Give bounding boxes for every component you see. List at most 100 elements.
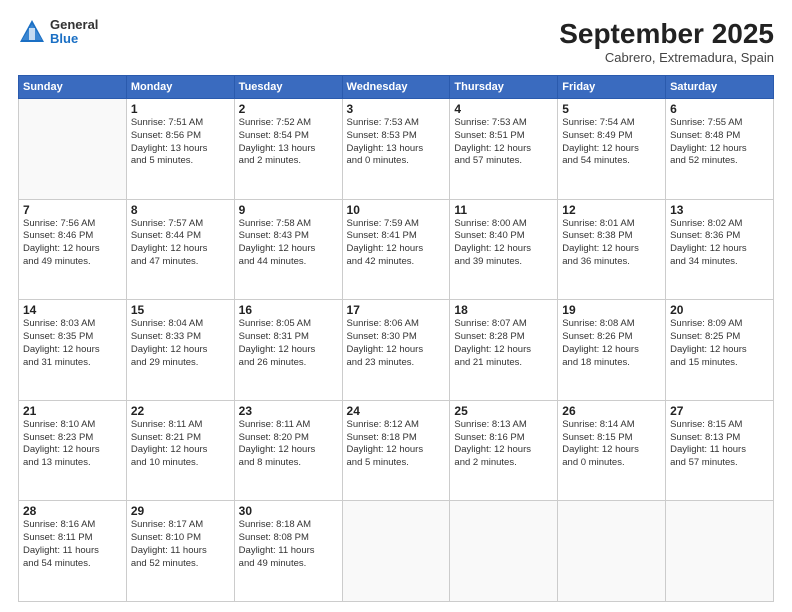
table-row: 26Sunrise: 8:14 AM Sunset: 8:15 PM Dayli…: [558, 400, 666, 501]
day-info: Sunrise: 7:57 AM Sunset: 8:44 PM Dayligh…: [131, 218, 230, 269]
logo-text: General Blue: [50, 18, 98, 47]
table-row: 19Sunrise: 8:08 AM Sunset: 8:26 PM Dayli…: [558, 300, 666, 401]
day-info: Sunrise: 7:54 AM Sunset: 8:49 PM Dayligh…: [562, 117, 661, 168]
day-info: Sunrise: 7:58 AM Sunset: 8:43 PM Dayligh…: [239, 218, 338, 269]
col-wednesday: Wednesday: [342, 76, 450, 99]
calendar-table: Sunday Monday Tuesday Wednesday Thursday…: [18, 75, 774, 602]
table-row: 27Sunrise: 8:15 AM Sunset: 8:13 PM Dayli…: [666, 400, 774, 501]
day-number: 9: [239, 203, 338, 217]
table-row: 5Sunrise: 7:54 AM Sunset: 8:49 PM Daylig…: [558, 99, 666, 200]
table-row: 7Sunrise: 7:56 AM Sunset: 8:46 PM Daylig…: [19, 199, 127, 300]
col-sunday: Sunday: [19, 76, 127, 99]
day-number: 27: [670, 404, 769, 418]
day-info: Sunrise: 8:15 AM Sunset: 8:13 PM Dayligh…: [670, 419, 769, 470]
day-number: 12: [562, 203, 661, 217]
table-row: 9Sunrise: 7:58 AM Sunset: 8:43 PM Daylig…: [234, 199, 342, 300]
header: General Blue September 2025 Cabrero, Ext…: [18, 18, 774, 65]
month-title: September 2025: [559, 18, 774, 50]
table-row: 6Sunrise: 7:55 AM Sunset: 8:48 PM Daylig…: [666, 99, 774, 200]
day-info: Sunrise: 7:59 AM Sunset: 8:41 PM Dayligh…: [347, 218, 446, 269]
day-number: 6: [670, 102, 769, 116]
day-info: Sunrise: 8:00 AM Sunset: 8:40 PM Dayligh…: [454, 218, 553, 269]
day-number: 22: [131, 404, 230, 418]
day-number: 7: [23, 203, 122, 217]
table-row: 18Sunrise: 8:07 AM Sunset: 8:28 PM Dayli…: [450, 300, 558, 401]
day-info: Sunrise: 8:16 AM Sunset: 8:11 PM Dayligh…: [23, 519, 122, 570]
table-row: 13Sunrise: 8:02 AM Sunset: 8:36 PM Dayli…: [666, 199, 774, 300]
day-number: 23: [239, 404, 338, 418]
day-number: 5: [562, 102, 661, 116]
day-info: Sunrise: 7:55 AM Sunset: 8:48 PM Dayligh…: [670, 117, 769, 168]
day-info: Sunrise: 8:11 AM Sunset: 8:21 PM Dayligh…: [131, 419, 230, 470]
table-row: 11Sunrise: 8:00 AM Sunset: 8:40 PM Dayli…: [450, 199, 558, 300]
table-row: 2Sunrise: 7:52 AM Sunset: 8:54 PM Daylig…: [234, 99, 342, 200]
page: General Blue September 2025 Cabrero, Ext…: [0, 0, 792, 612]
table-row: [666, 501, 774, 602]
table-row: 12Sunrise: 8:01 AM Sunset: 8:38 PM Dayli…: [558, 199, 666, 300]
week-row-4: 21Sunrise: 8:10 AM Sunset: 8:23 PM Dayli…: [19, 400, 774, 501]
col-tuesday: Tuesday: [234, 76, 342, 99]
table-row: 28Sunrise: 8:16 AM Sunset: 8:11 PM Dayli…: [19, 501, 127, 602]
table-row: 10Sunrise: 7:59 AM Sunset: 8:41 PM Dayli…: [342, 199, 450, 300]
week-row-2: 7Sunrise: 7:56 AM Sunset: 8:46 PM Daylig…: [19, 199, 774, 300]
table-row: 22Sunrise: 8:11 AM Sunset: 8:21 PM Dayli…: [126, 400, 234, 501]
table-row: 30Sunrise: 8:18 AM Sunset: 8:08 PM Dayli…: [234, 501, 342, 602]
table-row: 14Sunrise: 8:03 AM Sunset: 8:35 PM Dayli…: [19, 300, 127, 401]
col-monday: Monday: [126, 76, 234, 99]
day-number: 4: [454, 102, 553, 116]
col-thursday: Thursday: [450, 76, 558, 99]
table-row: 16Sunrise: 8:05 AM Sunset: 8:31 PM Dayli…: [234, 300, 342, 401]
day-info: Sunrise: 7:56 AM Sunset: 8:46 PM Dayligh…: [23, 218, 122, 269]
day-info: Sunrise: 8:18 AM Sunset: 8:08 PM Dayligh…: [239, 519, 338, 570]
day-number: 19: [562, 303, 661, 317]
table-row: 15Sunrise: 8:04 AM Sunset: 8:33 PM Dayli…: [126, 300, 234, 401]
day-info: Sunrise: 8:13 AM Sunset: 8:16 PM Dayligh…: [454, 419, 553, 470]
day-info: Sunrise: 8:10 AM Sunset: 8:23 PM Dayligh…: [23, 419, 122, 470]
col-friday: Friday: [558, 76, 666, 99]
calendar-header-row: Sunday Monday Tuesday Wednesday Thursday…: [19, 76, 774, 99]
day-info: Sunrise: 8:02 AM Sunset: 8:36 PM Dayligh…: [670, 218, 769, 269]
logo-blue: Blue: [50, 32, 98, 46]
day-number: 1: [131, 102, 230, 116]
day-number: 17: [347, 303, 446, 317]
day-number: 13: [670, 203, 769, 217]
day-info: Sunrise: 8:17 AM Sunset: 8:10 PM Dayligh…: [131, 519, 230, 570]
day-number: 20: [670, 303, 769, 317]
day-number: 2: [239, 102, 338, 116]
col-saturday: Saturday: [666, 76, 774, 99]
table-row: 3Sunrise: 7:53 AM Sunset: 8:53 PM Daylig…: [342, 99, 450, 200]
day-number: 30: [239, 504, 338, 518]
day-info: Sunrise: 7:53 AM Sunset: 8:51 PM Dayligh…: [454, 117, 553, 168]
day-info: Sunrise: 8:05 AM Sunset: 8:31 PM Dayligh…: [239, 318, 338, 369]
table-row: 20Sunrise: 8:09 AM Sunset: 8:25 PM Dayli…: [666, 300, 774, 401]
table-row: [558, 501, 666, 602]
table-row: 8Sunrise: 7:57 AM Sunset: 8:44 PM Daylig…: [126, 199, 234, 300]
day-number: 25: [454, 404, 553, 418]
day-number: 14: [23, 303, 122, 317]
logo-general: General: [50, 18, 98, 32]
title-block: September 2025 Cabrero, Extremadura, Spa…: [559, 18, 774, 65]
day-number: 29: [131, 504, 230, 518]
logo-icon: [18, 18, 46, 46]
day-info: Sunrise: 7:53 AM Sunset: 8:53 PM Dayligh…: [347, 117, 446, 168]
table-row: 25Sunrise: 8:13 AM Sunset: 8:16 PM Dayli…: [450, 400, 558, 501]
day-number: 8: [131, 203, 230, 217]
day-info: Sunrise: 8:06 AM Sunset: 8:30 PM Dayligh…: [347, 318, 446, 369]
day-info: Sunrise: 7:52 AM Sunset: 8:54 PM Dayligh…: [239, 117, 338, 168]
location: Cabrero, Extremadura, Spain: [559, 50, 774, 65]
day-info: Sunrise: 8:09 AM Sunset: 8:25 PM Dayligh…: [670, 318, 769, 369]
table-row: 23Sunrise: 8:11 AM Sunset: 8:20 PM Dayli…: [234, 400, 342, 501]
logo: General Blue: [18, 18, 98, 47]
day-info: Sunrise: 8:11 AM Sunset: 8:20 PM Dayligh…: [239, 419, 338, 470]
day-info: Sunrise: 8:04 AM Sunset: 8:33 PM Dayligh…: [131, 318, 230, 369]
day-number: 3: [347, 102, 446, 116]
day-info: Sunrise: 8:14 AM Sunset: 8:15 PM Dayligh…: [562, 419, 661, 470]
day-number: 28: [23, 504, 122, 518]
table-row: 21Sunrise: 8:10 AM Sunset: 8:23 PM Dayli…: [19, 400, 127, 501]
day-info: Sunrise: 8:01 AM Sunset: 8:38 PM Dayligh…: [562, 218, 661, 269]
day-number: 24: [347, 404, 446, 418]
table-row: [450, 501, 558, 602]
day-info: Sunrise: 7:51 AM Sunset: 8:56 PM Dayligh…: [131, 117, 230, 168]
day-number: 21: [23, 404, 122, 418]
table-row: 4Sunrise: 7:53 AM Sunset: 8:51 PM Daylig…: [450, 99, 558, 200]
